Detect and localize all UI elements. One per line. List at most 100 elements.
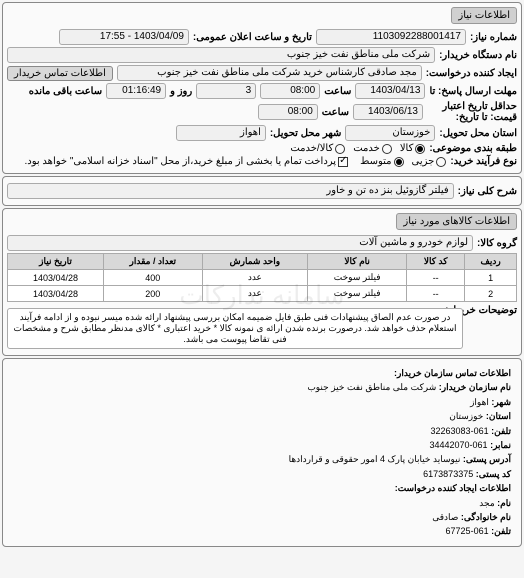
request-no-label: شماره نیاز:	[470, 32, 517, 43]
c-family: صادقی	[432, 512, 458, 522]
goods-table: ردیف کد کالا نام کالا واحد شمارش تعداد /…	[7, 253, 517, 302]
creator-label: ایجاد کننده درخواست:	[426, 68, 517, 79]
buyer-org: شرکت ملی مناطق نفت خیز جنوب	[7, 47, 435, 63]
th-name: نام کالا	[308, 254, 407, 270]
c-postal-label: کد پستی:	[476, 469, 511, 479]
radio-icon	[415, 144, 425, 154]
th-row: ردیف	[465, 254, 517, 270]
checkbox-icon	[338, 157, 348, 167]
c-name-label: نام:	[497, 498, 511, 508]
buyer-note: در صورت عدم الصاق پیشنهادات فنی طبق فایل…	[7, 308, 463, 349]
remain-label: ساعت باقی مانده	[29, 86, 102, 97]
c-tel: 061-67725	[446, 526, 489, 536]
cell: 400	[104, 270, 203, 286]
cell: --	[407, 286, 465, 302]
org: شرکت ملی مناطق نفت خیز جنوب	[307, 382, 436, 392]
group: لوازم خودرو و ماشین آلات	[7, 235, 473, 251]
days-remaining: 3	[196, 83, 256, 99]
cell: فیلتر سوخت	[308, 270, 407, 286]
note-label: توضیحات خریدار:	[467, 305, 517, 316]
th-qty: تعداد / مقدار	[104, 254, 203, 270]
deadline-date: 1403/04/13	[355, 83, 425, 99]
panel-need-info: اطلاعات نیاز شماره نیاز: 110309228800141…	[2, 2, 522, 174]
validity-label-1: حداقل تاریخ اعتبار	[442, 101, 517, 112]
city-label: شهر محل تحویل:	[270, 128, 342, 139]
table-header-row: ردیف کد کالا نام کالا واحد شمارش تعداد /…	[8, 254, 517, 270]
panel-goods-info: اطلاعات کالاهای مورد نیاز گروه کالا: لوا…	[2, 208, 522, 356]
request-no: 1103092288001417	[316, 29, 466, 45]
c-city: اهواز	[470, 397, 489, 407]
proc-partial-option[interactable]: جزیی	[412, 156, 447, 167]
table-row: 2 -- فیلتر سوخت عدد 200 1403/04/28	[8, 286, 517, 302]
cell: --	[407, 270, 465, 286]
panel1-title: اطلاعات نیاز	[451, 7, 517, 24]
proc-medium-label: متوسط	[360, 156, 391, 167]
cell: 1	[465, 270, 517, 286]
c-phone: 061-32263083	[431, 426, 489, 436]
pkg-all-label: کالا	[400, 143, 414, 154]
cell: 1403/04/28	[8, 286, 104, 302]
state-label: استان محل تحویل:	[439, 128, 517, 139]
panel-need-summary: شرح کلی نیاز: فیلتر گازوئیل بنز ده تن و …	[2, 176, 522, 206]
process-label: نوع فرآیند خرید:	[450, 156, 517, 167]
announce: 1403/04/09 - 17:55	[59, 29, 189, 45]
proc-note: پرداخت تمام یا بخشی از مبلغ خرید،از محل …	[24, 156, 336, 167]
radio-icon	[436, 157, 446, 167]
state: خوزستان	[345, 125, 435, 141]
pkg-radio-group: کالا خدمت کالا/خدمت	[290, 143, 425, 154]
pkg-all-option[interactable]: کالا	[400, 143, 426, 154]
org-label: نام سازمان خریدار:	[439, 382, 511, 392]
time-label-2: ساعت	[322, 107, 349, 118]
cell: 2	[465, 286, 517, 302]
cell: 1403/04/28	[8, 270, 104, 286]
validity-date: 1403/06/13	[353, 104, 423, 120]
pkg-service-option[interactable]: خدمت	[353, 143, 392, 154]
days-label: روز و	[170, 86, 192, 97]
cell: 200	[104, 286, 203, 302]
time-label-1: ساعت	[324, 86, 351, 97]
pkg-both-option[interactable]: کالا/خدمت	[290, 143, 345, 154]
radio-icon	[335, 144, 345, 154]
th-unit: واحد شمارش	[202, 254, 308, 270]
th-code: کد کالا	[407, 254, 465, 270]
contact-title: اطلاعات تماس سازمان خریدار:	[13, 366, 511, 380]
deadline-label: مهلت ارسال پاسخ: تا	[429, 86, 517, 97]
cell: عدد	[202, 286, 308, 302]
table-row: 1 -- فیلتر سوخت عدد 400 1403/04/28	[8, 270, 517, 286]
panel-buyer-contact: اطلاعات تماس سازمان خریدار: نام سازمان خ…	[2, 358, 522, 547]
proc-partial-label: جزیی	[412, 156, 435, 167]
proc-note-check[interactable]: پرداخت تمام یا بخشی از مبلغ خرید،از محل …	[24, 156, 348, 167]
c-province: خوزستان	[449, 411, 483, 421]
proc-medium-option[interactable]: متوسط	[360, 156, 403, 167]
group-label: گروه کالا:	[477, 238, 517, 249]
c-tel-label: تلفن:	[491, 526, 511, 536]
pkg-service-label: خدمت	[353, 143, 380, 154]
c-address-label: آدرس پستی:	[463, 454, 511, 464]
pkg-both-label: کالا/خدمت	[290, 143, 333, 154]
contact-button[interactable]: اطلاعات تماس خریدار	[7, 66, 113, 81]
deadline-time: 08:00	[260, 83, 320, 99]
panel3-title: اطلاعات کالاهای مورد نیاز	[396, 213, 517, 230]
th-date: تاریخ نیاز	[8, 254, 104, 270]
buyer-org-label: نام دستگاه خریدار:	[439, 50, 517, 61]
c-family-label: نام خانوادگی:	[461, 512, 511, 522]
c-phone-label: تلفن:	[491, 426, 511, 436]
c-postal: 6173873375	[423, 469, 473, 479]
c-city-label: شهر:	[491, 397, 511, 407]
summary: فیلتر گازوئیل بنز ده تن و خاور	[7, 183, 454, 199]
validity-time: 08:00	[258, 104, 318, 120]
c-address: نیوساید خیابان پارک 4 امور حقوقی و قرارد…	[289, 454, 461, 464]
pkg-label: طبقه بندی موضوعی:	[429, 143, 517, 154]
c-fax: 061-34442070	[429, 440, 487, 450]
cell: عدد	[202, 270, 308, 286]
c-province-label: استان:	[486, 411, 511, 421]
validity-label: حداقل تاریخ اعتبار قیمت: تا تاریخ:	[427, 101, 517, 123]
cell: فیلتر سوخت	[308, 286, 407, 302]
radio-icon	[394, 157, 404, 167]
creator: مجد صادقی کارشناس خرید شرکت ملی مناطق نف…	[117, 65, 422, 81]
c-name: مجد	[479, 498, 494, 508]
time-remaining: 01:16:49	[106, 83, 166, 99]
validity-label-2: قیمت: تا تاریخ:	[456, 112, 517, 123]
summary-label: شرح کلی نیاز:	[458, 186, 517, 197]
c-creator-label: اطلاعات ایجاد کننده درخواست:	[395, 483, 511, 493]
